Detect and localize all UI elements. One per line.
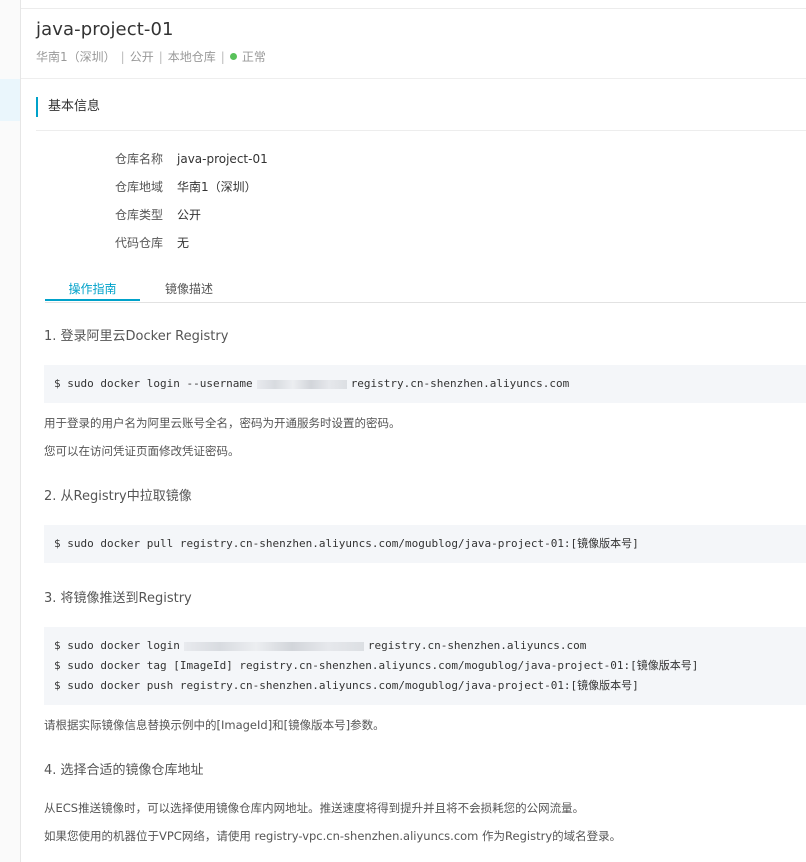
- basic-info-list: 仓库名称 java-project-01 仓库地域 华南1（深圳） 仓库类型 公…: [115, 150, 268, 262]
- info-label: 仓库类型: [115, 208, 164, 222]
- status-badge: 正常: [241, 50, 266, 64]
- code-line: $ sudo docker tag [ImageId] registry.cn-…: [54, 659, 699, 672]
- code-line: $ sudo docker push registry.cn-shenzhen.…: [54, 679, 639, 692]
- code-block-login[interactable]: $ sudo docker login --username registry.c…: [44, 365, 806, 403]
- status-dot-icon: [229, 53, 237, 60]
- tab-operation-guide[interactable]: 操作指南: [45, 280, 140, 301]
- info-row-code-repo: 代码仓库 无: [115, 234, 268, 262]
- section-title-basic-info: 基本信息: [36, 97, 100, 117]
- step-3-title: 3. 将镜像推送到Registry: [44, 591, 192, 606]
- info-value: 无: [177, 236, 190, 250]
- meta-separator: |: [158, 49, 163, 64]
- step-4-note-vpc: 如果您使用的机器位于VPC网络，请使用 registry-vpc.cn-shen…: [44, 829, 622, 843]
- repo-header: java-project-01 华南1（深圳） | 公开 | 本地仓库 | 正常: [36, 18, 266, 65]
- section-divider: [36, 130, 806, 131]
- info-row-repo-name: 仓库名称 java-project-01: [115, 150, 268, 178]
- repo-meta: 华南1（深圳） | 公开 | 本地仓库 | 正常: [36, 48, 266, 65]
- main-panel: java-project-01 华南1（深圳） | 公开 | 本地仓库 | 正常…: [21, 0, 806, 862]
- redacted-credentials: [183, 641, 364, 651]
- redacted-username: [256, 379, 347, 389]
- info-value: java-project-01: [177, 152, 268, 166]
- code-line: $ sudo docker pull registry.cn-shenzhen.…: [54, 537, 639, 550]
- tab-image-description[interactable]: 镜像描述: [165, 280, 213, 298]
- code-line: $ sudo docker login --username registry.c…: [54, 374, 806, 394]
- code-text: registry.cn-shenzhen.aliyuncs.com: [367, 639, 587, 652]
- info-label: 仓库地域: [115, 180, 164, 194]
- info-row-repo-type: 仓库类型 公开: [115, 206, 268, 234]
- top-divider: [21, 8, 806, 9]
- info-label: 代码仓库: [115, 236, 164, 250]
- code-text: registry.cn-shenzhen.aliyuncs.com: [350, 377, 570, 390]
- step-1-note: 用于登录的用户名为阿里云账号全名，密码为开通服务时设置的密码。: [44, 416, 401, 430]
- code-block-pull[interactable]: $ sudo docker pull registry.cn-shenzhen.…: [44, 525, 806, 563]
- meta-separator: |: [220, 49, 225, 64]
- step-3-note: 请根据实际镜像信息替换示例中的[ImageId]和[镜像版本号]参数。: [44, 718, 385, 732]
- header-divider: [21, 78, 806, 79]
- step-4-title: 4. 选择合适的镜像仓库地址: [44, 763, 204, 778]
- code-text: $ sudo docker login --username: [54, 377, 253, 390]
- code-text: $ sudo docker login: [54, 639, 180, 652]
- info-value: 公开: [177, 208, 202, 222]
- info-row-repo-region: 仓库地域 华南1（深圳）: [115, 178, 268, 206]
- code-block-push[interactable]: $ sudo docker login registry.cn-shenzhen.…: [44, 627, 806, 705]
- page-title: java-project-01: [36, 19, 174, 40]
- left-nav-rail: [0, 0, 21, 862]
- left-nav-active-item[interactable]: [0, 79, 20, 121]
- info-value: 华南1（深圳）: [177, 180, 257, 194]
- repo-region: 华南1（深圳）: [36, 50, 116, 64]
- tab-bar: 操作指南 镜像描述: [45, 280, 806, 303]
- info-label: 仓库名称: [115, 152, 164, 166]
- code-line: $ sudo docker login registry.cn-shenzhen.…: [54, 636, 806, 656]
- meta-separator: |: [120, 49, 125, 64]
- repo-kind: 本地仓库: [167, 50, 216, 64]
- step-4-note-ecs: 从ECS推送镜像时，可以选择使用镜像仓库内网地址。推送速度将得到提升并且将不会损…: [44, 801, 585, 815]
- step-1-title: 1. 登录阿里云Docker Registry: [44, 329, 229, 344]
- step-1-note-credential: 您可以在访问凭证页面修改凭证密码。: [44, 444, 240, 458]
- repo-visibility: 公开: [129, 50, 154, 64]
- step-2-title: 2. 从Registry中拉取镜像: [44, 489, 192, 504]
